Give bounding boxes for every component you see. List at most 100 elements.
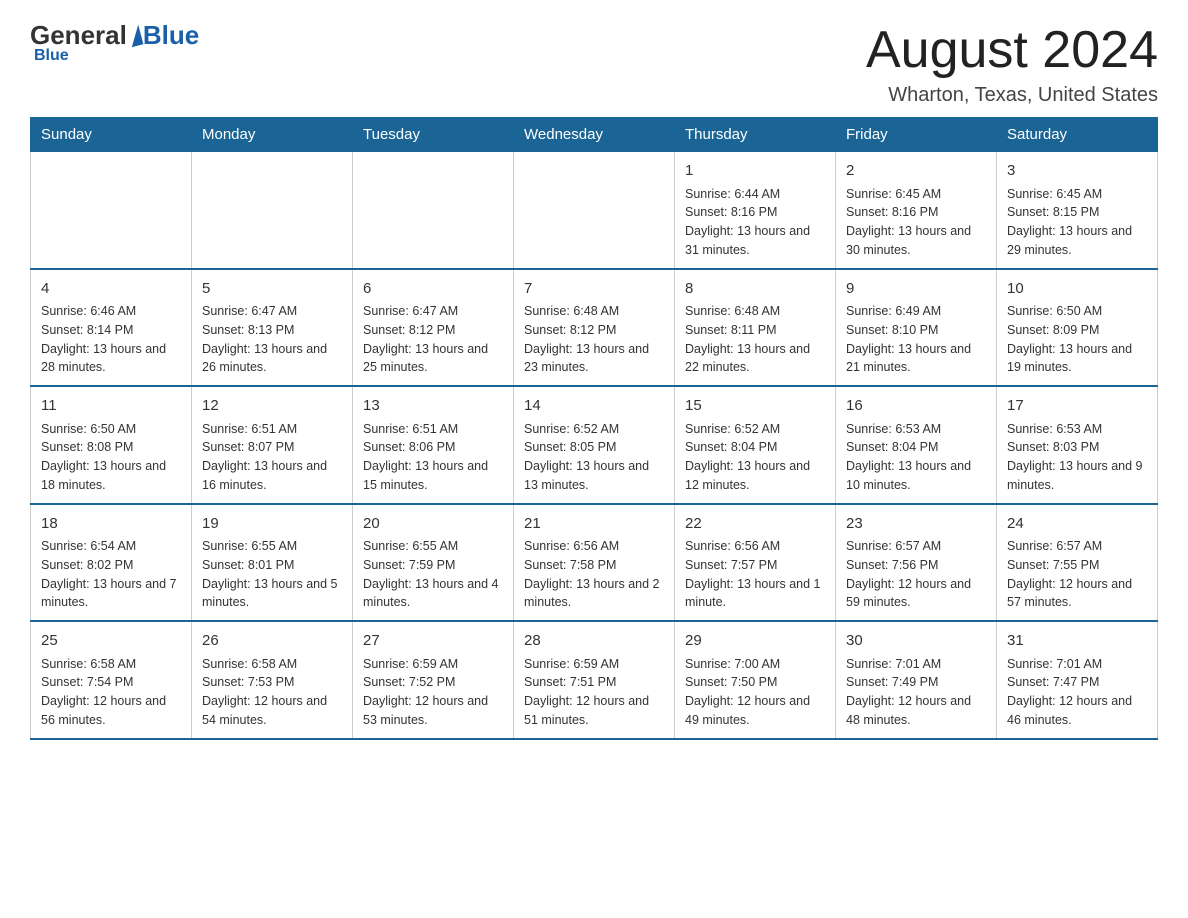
day-number: 6: [363, 278, 503, 301]
day-number: 31: [1007, 630, 1147, 653]
sunrise-text: Sunrise: 6:53 AM: [1007, 420, 1147, 439]
calendar-cell: [514, 152, 675, 269]
calendar-cell: 16 Sunrise: 6:53 AMSunset: 8:04 PMDayligh…: [836, 386, 997, 504]
day-number: 18: [41, 513, 181, 536]
calendar-cell: 17Sunrise: 6:53 AMSunset: 8:03 PMDayligh…: [997, 386, 1158, 504]
day-of-week-header: Wednesday: [514, 118, 675, 152]
sunrise-text: Sunrise: 6:59 AM: [524, 655, 664, 674]
sunrise-text: Sunrise: 6:49 AM: [846, 302, 986, 321]
calendar-cell: 27Sunrise: 6:59 AMSunset: 7:52 PMDayligh…: [353, 621, 514, 739]
day-of-week-header: Saturday: [997, 118, 1158, 152]
calendar-cell: 12Sunrise: 6:51 AMSunset: 8:07 PMDayligh…: [192, 386, 353, 504]
calendar-header: SundayMondayTuesdayWednesdayThursdayFrid…: [31, 118, 1158, 152]
sunset-text: Sunset: 8:15 PM: [1007, 203, 1147, 222]
calendar-cell: 18Sunrise: 6:54 AMSunset: 8:02 PMDayligh…: [31, 504, 192, 622]
calendar-week-row: 1Sunrise: 6:44 AMSunset: 8:16 PMDaylight…: [31, 152, 1158, 269]
logo-blue-text: Blue: [143, 20, 199, 51]
calendar-cell: 4Sunrise: 6:46 AMSunset: 8:14 PMDaylight…: [31, 269, 192, 387]
logo-underline: Blue: [34, 47, 69, 65]
daylight-text: Daylight: 13 hours and 5 minutes.: [202, 575, 342, 613]
calendar-cell: [353, 152, 514, 269]
day-number: 25: [41, 630, 181, 653]
title-section: August 2024 Wharton, Texas, United State…: [866, 20, 1158, 107]
calendar-week-row: 11Sunrise: 6:50 AMSunset: 8:08 PMDayligh…: [31, 386, 1158, 504]
day-of-week-header: Monday: [192, 118, 353, 152]
sunrise-text: Sunrise: 6:45 AM: [1007, 185, 1147, 204]
sunset-text: Sunset: 7:56 PM: [846, 556, 986, 575]
day-number: 16: [846, 395, 986, 418]
day-of-week-header: Thursday: [675, 118, 836, 152]
day-of-week-header: Friday: [836, 118, 997, 152]
sunset-text: Sunset: 7:58 PM: [524, 556, 664, 575]
day-number: 13: [363, 395, 503, 418]
calendar-cell: 15Sunrise: 6:52 AMSunset: 8:04 PMDayligh…: [675, 386, 836, 504]
calendar-cell: 13Sunrise: 6:51 AMSunset: 8:06 PMDayligh…: [353, 386, 514, 504]
sunrise-text: Sunrise: 7:01 AM: [1007, 655, 1147, 674]
calendar-cell: 6Sunrise: 6:47 AMSunset: 8:12 PMDaylight…: [353, 269, 514, 387]
calendar-body: 1Sunrise: 6:44 AMSunset: 8:16 PMDaylight…: [31, 152, 1158, 739]
daylight-text: Daylight: 13 hours and 22 minutes.: [685, 340, 825, 378]
day-number: 14: [524, 395, 664, 418]
sunrise-text: Sunrise: 6:46 AM: [41, 302, 181, 321]
calendar-cell: 23Sunrise: 6:57 AMSunset: 7:56 PMDayligh…: [836, 504, 997, 622]
calendar-cell: 3Sunrise: 6:45 AMSunset: 8:15 PMDaylight…: [997, 152, 1158, 269]
sunset-text: Sunset: 7:53 PM: [202, 673, 342, 692]
daylight-text: Daylight: 13 hours and 10 minutes.: [846, 457, 986, 495]
sunrise-text: Sunrise: 7:01 AM: [846, 655, 986, 674]
daylight-text: Daylight: 13 hours and 1 minute.: [685, 575, 825, 613]
daylight-text: Daylight: 12 hours and 57 minutes.: [1007, 575, 1147, 613]
daylight-text: Daylight: 13 hours and 15 minutes.: [363, 457, 503, 495]
day-number: 22: [685, 513, 825, 536]
sunset-text: Sunset: 8:07 PM: [202, 438, 342, 457]
sunset-text: Sunset: 7:54 PM: [41, 673, 181, 692]
calendar-cell: 25Sunrise: 6:58 AMSunset: 7:54 PMDayligh…: [31, 621, 192, 739]
calendar-cell: 19Sunrise: 6:55 AMSunset: 8:01 PMDayligh…: [192, 504, 353, 622]
sunrise-text: Sunrise: 6:50 AM: [41, 420, 181, 439]
sunrise-text: Sunrise: 6:53 AM: [846, 420, 986, 439]
calendar-cell: 2Sunrise: 6:45 AMSunset: 8:16 PMDaylight…: [836, 152, 997, 269]
day-number: 21: [524, 513, 664, 536]
sunset-text: Sunset: 8:16 PM: [846, 203, 986, 222]
day-number: 19: [202, 513, 342, 536]
sunrise-text: Sunrise: 6:48 AM: [524, 302, 664, 321]
calendar-cell: 22Sunrise: 6:56 AMSunset: 7:57 PMDayligh…: [675, 504, 836, 622]
sunset-text: Sunset: 7:59 PM: [363, 556, 503, 575]
daylight-text: Daylight: 12 hours and 48 minutes.: [846, 692, 986, 730]
sunset-text: Sunset: 8:11 PM: [685, 321, 825, 340]
calendar-cell: 21Sunrise: 6:56 AMSunset: 7:58 PMDayligh…: [514, 504, 675, 622]
day-number: 5: [202, 278, 342, 301]
calendar-cell: [31, 152, 192, 269]
calendar-cell: 1Sunrise: 6:44 AMSunset: 8:16 PMDaylight…: [675, 152, 836, 269]
daylight-text: Daylight: 13 hours and 12 minutes.: [685, 457, 825, 495]
page-header: General Blue Blue August 2024 Wharton, T…: [30, 20, 1158, 107]
logo-triangle-icon: [126, 24, 143, 46]
sunrise-text: Sunrise: 6:59 AM: [363, 655, 503, 674]
sunrise-text: Sunrise: 6:56 AM: [524, 537, 664, 556]
daylight-text: Daylight: 13 hours and 9 minutes.: [1007, 457, 1147, 495]
calendar-cell: 28Sunrise: 6:59 AMSunset: 7:51 PMDayligh…: [514, 621, 675, 739]
daylight-text: Daylight: 13 hours and 4 minutes.: [363, 575, 503, 613]
daylight-text: Daylight: 13 hours and 25 minutes.: [363, 340, 503, 378]
calendar-cell: 9Sunrise: 6:49 AMSunset: 8:10 PMDaylight…: [836, 269, 997, 387]
daylight-text: Daylight: 12 hours and 46 minutes.: [1007, 692, 1147, 730]
logo: General Blue Blue: [30, 20, 199, 65]
calendar-cell: 10Sunrise: 6:50 AMSunset: 8:09 PMDayligh…: [997, 269, 1158, 387]
sunset-text: Sunset: 8:10 PM: [846, 321, 986, 340]
sunset-text: Sunset: 8:04 PM: [846, 438, 986, 457]
sunset-text: Sunset: 7:49 PM: [846, 673, 986, 692]
daylight-text: Daylight: 12 hours and 59 minutes.: [846, 575, 986, 613]
sunset-text: Sunset: 8:13 PM: [202, 321, 342, 340]
sunrise-text: Sunrise: 6:58 AM: [41, 655, 181, 674]
sunset-text: Sunset: 8:05 PM: [524, 438, 664, 457]
day-number: 24: [1007, 513, 1147, 536]
day-number: 30: [846, 630, 986, 653]
daylight-text: Daylight: 13 hours and 16 minutes.: [202, 457, 342, 495]
day-number: 2: [846, 160, 986, 183]
sunrise-text: Sunrise: 6:50 AM: [1007, 302, 1147, 321]
sunrise-text: Sunrise: 6:55 AM: [363, 537, 503, 556]
days-of-week-row: SundayMondayTuesdayWednesdayThursdayFrid…: [31, 118, 1158, 152]
day-number: 10: [1007, 278, 1147, 301]
calendar-cell: 30 Sunrise: 7:01 AMSunset: 7:49 PMDayligh…: [836, 621, 997, 739]
sunset-text: Sunset: 8:01 PM: [202, 556, 342, 575]
sunset-text: Sunset: 8:16 PM: [685, 203, 825, 222]
